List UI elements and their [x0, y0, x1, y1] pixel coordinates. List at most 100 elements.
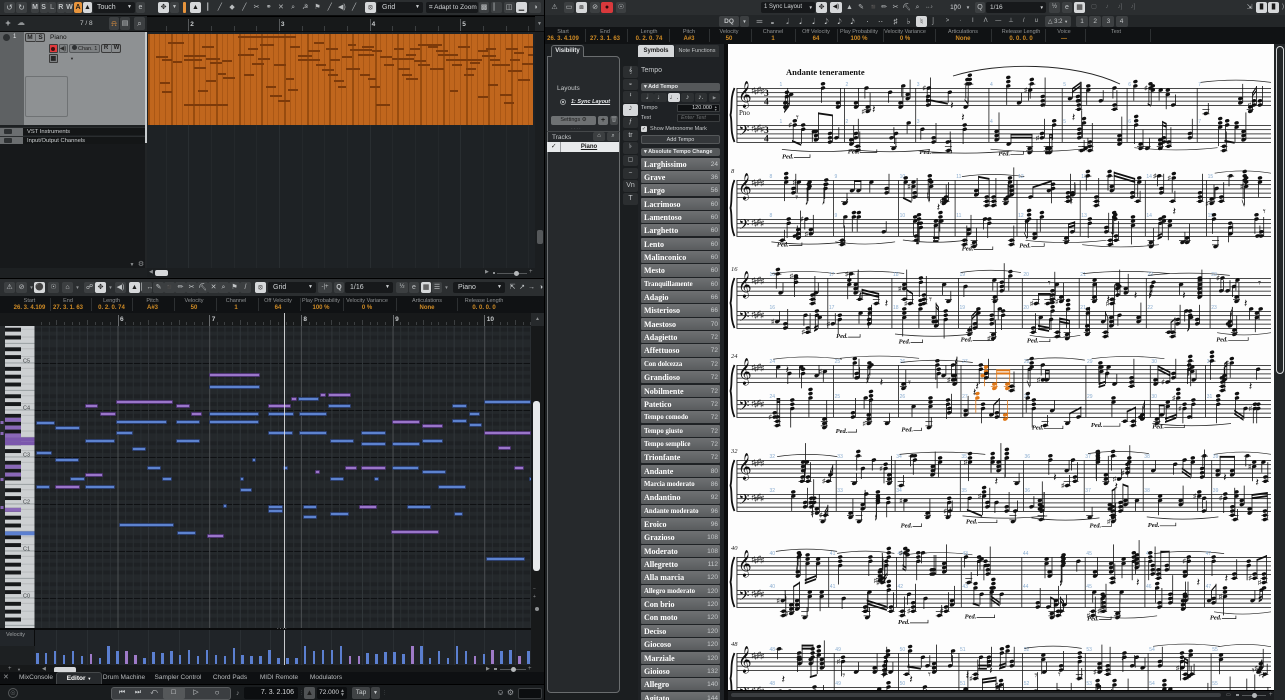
- svg-text:♯: ♯: [760, 590, 764, 599]
- svg-text:24: 24: [770, 394, 776, 400]
- svg-text:♯: ♯: [760, 311, 764, 320]
- svg-text:𝄾: 𝄾: [842, 670, 845, 682]
- svg-text:8: 8: [770, 174, 773, 180]
- svg-text:♯: ♯: [819, 368, 822, 375]
- svg-text:32: 32: [770, 454, 776, 460]
- svg-text:𝄽: 𝄽: [1136, 577, 1139, 589]
- svg-text:𝄽: 𝄽: [909, 674, 912, 686]
- svg-text:6: 6: [1128, 82, 1131, 88]
- svg-text:53: 53: [1086, 647, 1092, 653]
- svg-text:25: 25: [835, 359, 841, 365]
- svg-text:8: 8: [770, 213, 773, 219]
- svg-text:Ped.: Ped.: [1210, 615, 1222, 622]
- svg-text:34: 34: [896, 488, 902, 494]
- svg-text:♯: ♯: [1183, 558, 1186, 565]
- svg-text:♯: ♯: [978, 493, 981, 500]
- svg-text:𝄞: 𝄞: [738, 454, 752, 481]
- svg-text:24: 24: [731, 353, 738, 360]
- svg-text:♯: ♯: [1145, 85, 1148, 92]
- svg-text:♯: ♯: [808, 500, 811, 507]
- svg-text:♯: ♯: [837, 659, 840, 666]
- svg-text:12: 12: [1018, 174, 1024, 180]
- svg-text:♯: ♯: [800, 216, 803, 223]
- svg-text:♯: ♯: [805, 231, 808, 238]
- svg-text:𝄽: 𝄽: [937, 202, 940, 214]
- svg-text:C0: C0: [23, 593, 30, 599]
- svg-text:14: 14: [1146, 174, 1152, 180]
- svg-text:𝄽: 𝄽: [786, 365, 789, 377]
- svg-text:𝄾: 𝄾: [1043, 100, 1046, 112]
- svg-text:𝄾: 𝄾: [880, 577, 883, 589]
- svg-text:20: 20: [1023, 305, 1029, 311]
- svg-text:5: 5: [1063, 82, 1066, 88]
- svg-text:Ped.: Ped.: [836, 428, 848, 435]
- svg-text:1: 1: [780, 119, 783, 125]
- svg-text:Ped.: Ped.: [1027, 338, 1039, 345]
- svg-text:Ped.: Ped.: [898, 619, 910, 626]
- svg-text:♯: ♯: [898, 286, 901, 293]
- svg-text:𝄽: 𝄽: [1121, 653, 1124, 665]
- svg-text:𝄞: 𝄞: [738, 359, 752, 386]
- svg-text:♯: ♯: [1094, 669, 1097, 676]
- svg-text:♯: ♯: [944, 508, 947, 515]
- svg-text:𝄽: 𝄽: [1249, 381, 1252, 393]
- svg-text:44: 44: [1023, 551, 1029, 557]
- svg-text:♯: ♯: [995, 682, 998, 689]
- svg-text:Ped.: Ped.: [782, 153, 794, 160]
- svg-text:14: 14: [1146, 213, 1152, 219]
- svg-text:𝄢: 𝄢: [739, 492, 750, 511]
- svg-text:9: 9: [835, 174, 838, 180]
- svg-text:𝄽: 𝄽: [1256, 477, 1259, 489]
- svg-text:11: 11: [956, 213, 961, 219]
- svg-text:Ped.: Ped.: [1216, 336, 1228, 343]
- svg-text:55: 55: [1212, 647, 1218, 653]
- svg-text:♯: ♯: [947, 377, 950, 384]
- svg-text:21: 21: [1080, 305, 1086, 311]
- svg-text:𝄽: 𝄽: [1107, 294, 1110, 306]
- svg-text:47: 47: [1206, 551, 1212, 557]
- svg-text:Ped.: Ped.: [965, 614, 977, 621]
- svg-text:25: 25: [835, 394, 841, 400]
- svg-text:C5: C5: [23, 358, 30, 364]
- svg-text:15: 15: [1208, 174, 1214, 180]
- svg-text:4: 4: [764, 135, 769, 145]
- svg-text:22: 22: [1147, 305, 1153, 311]
- svg-text:♯: ♯: [760, 179, 764, 188]
- svg-text:𝄽: 𝄽: [782, 674, 785, 686]
- svg-text:37: 37: [1085, 488, 1091, 494]
- svg-text:1: 1: [780, 82, 783, 88]
- svg-text:17: 17: [829, 272, 835, 278]
- svg-text:𝄾: 𝄾: [1048, 278, 1051, 290]
- svg-text:3: 3: [917, 82, 920, 88]
- svg-text:𝄽: 𝄽: [1072, 112, 1075, 124]
- svg-text:34: 34: [896, 454, 902, 460]
- svg-text:C2: C2: [23, 499, 30, 505]
- svg-text:𝄽: 𝄽: [1134, 290, 1137, 302]
- svg-text:♯: ♯: [1179, 406, 1182, 413]
- svg-text:♯: ♯: [1219, 593, 1222, 600]
- svg-text:♯: ♯: [789, 122, 792, 129]
- svg-text:9: 9: [835, 213, 838, 219]
- svg-text:43: 43: [962, 584, 968, 590]
- svg-text:♯: ♯: [760, 219, 764, 228]
- svg-text:𝄽: 𝄽: [885, 298, 888, 310]
- svg-text:16: 16: [731, 266, 738, 273]
- svg-text:𝄢: 𝄢: [739, 588, 750, 607]
- svg-text:♯: ♯: [811, 510, 814, 517]
- svg-text:𝄢: 𝄢: [739, 398, 750, 417]
- svg-text:54: 54: [1149, 681, 1155, 687]
- svg-text:♯: ♯: [1249, 406, 1252, 413]
- svg-text:𝄽: 𝄽: [859, 290, 862, 302]
- svg-text:38: 38: [1144, 488, 1150, 494]
- svg-text:♯: ♯: [1037, 377, 1040, 384]
- svg-text:39: 39: [1213, 454, 1219, 460]
- svg-text:♯: ♯: [760, 364, 764, 373]
- svg-text:𝄢: 𝄢: [739, 309, 750, 328]
- svg-text:𝄽: 𝄽: [1223, 472, 1226, 484]
- svg-text:𝄽: 𝄽: [966, 670, 969, 682]
- svg-text:16: 16: [770, 272, 776, 278]
- svg-text:♯: ♯: [1219, 495, 1222, 502]
- svg-text:𝄽: 𝄽: [880, 377, 883, 389]
- svg-text:29: 29: [1087, 359, 1093, 365]
- svg-text:𝄾: 𝄾: [795, 192, 798, 204]
